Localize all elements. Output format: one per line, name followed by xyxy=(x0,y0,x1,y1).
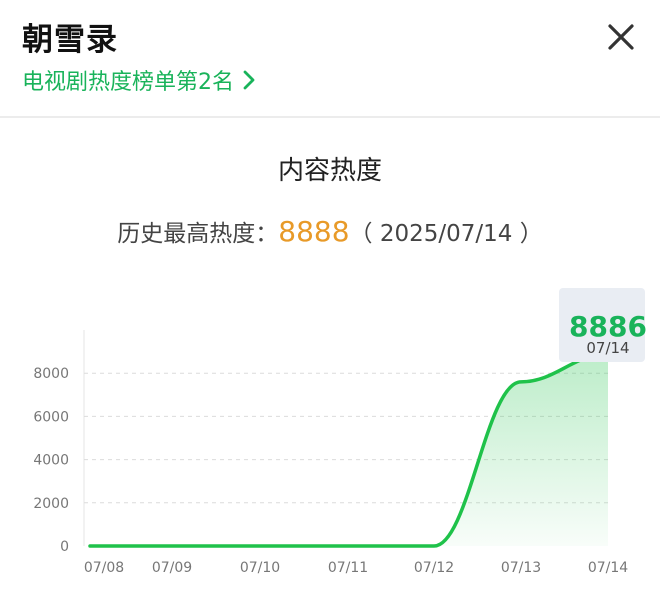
peak-heat-summary: 历史最高热度：8888（ 2025/07/14 ） xyxy=(0,214,660,248)
y-tick-label: 4000 xyxy=(33,453,69,469)
x-tick-label: 07/12 xyxy=(414,560,454,576)
y-tick-label: 6000 xyxy=(33,409,69,425)
section-title: 内容热度 xyxy=(277,156,382,186)
tooltip-date: 07/14 xyxy=(586,339,629,357)
y-tick-label: 2000 xyxy=(33,496,69,512)
x-tick-label: 07/14 xyxy=(588,560,628,576)
chevron-right-icon xyxy=(243,70,255,90)
peak-heat-date: （ 2025/07/14 ） xyxy=(349,221,543,247)
close-icon xyxy=(608,24,634,50)
x-tick-label: 07/08 xyxy=(84,560,124,576)
divider xyxy=(0,116,660,118)
close-button[interactable] xyxy=(600,16,642,58)
y-tick-label: 0 xyxy=(60,539,69,555)
show-title: 朝雪录 xyxy=(22,22,118,58)
ranking-link[interactable]: 电视剧热度榜单第2名 xyxy=(22,64,256,96)
x-tick-label: 07/11 xyxy=(328,560,368,576)
ranking-link-label: 电视剧热度榜单第2名 xyxy=(22,70,234,95)
y-tick-label: 8000 xyxy=(33,366,69,382)
peak-heat-value: 8888 xyxy=(278,215,350,248)
x-tick-label: 07/09 xyxy=(152,560,192,576)
x-tick-label: 07/10 xyxy=(240,560,280,576)
heat-chart: 0 2000 4000 6000 8000 07/08 07/09 07/10 07/11 07/… xyxy=(33,288,647,576)
peak-heat-label: 历史最高热度： xyxy=(117,221,279,247)
x-tick-label: 07/13 xyxy=(501,560,541,576)
heat-panel: 朝雪录 电视剧热度榜单第2名 内容热度 历史最高热度：8888（ 2025/07… xyxy=(0,0,660,608)
